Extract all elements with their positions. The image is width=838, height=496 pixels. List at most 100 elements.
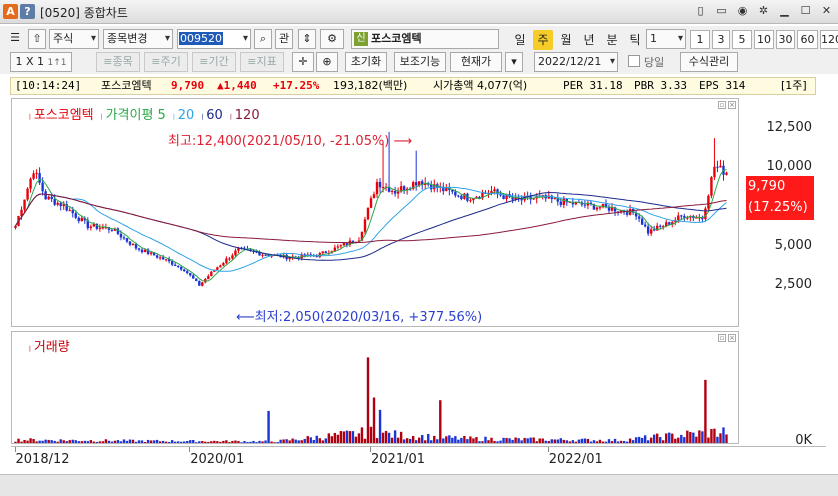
price-dropdown-icon[interactable]: ▾ <box>505 52 523 72</box>
interval-30[interactable]: 30 <box>776 30 795 49</box>
volume-bar <box>695 436 698 443</box>
stock-code-input[interactable]: 009520 <box>177 29 251 49</box>
chart-scrollbar[interactable] <box>0 474 838 496</box>
volume-bar <box>23 439 26 443</box>
related-button[interactable]: 관 <box>275 29 293 49</box>
date-select[interactable]: 2022/12/21 <box>534 52 618 72</box>
volume-bar <box>167 441 171 443</box>
period-2[interactable]: 월 <box>556 30 576 50</box>
candle-body <box>158 257 162 259</box>
interval-3[interactable]: 3 <box>712 30 730 49</box>
quote-unit: [1주] <box>781 79 807 92</box>
config-tab-0[interactable]: ≡종목 <box>96 52 140 72</box>
volume-bar <box>505 437 508 443</box>
candle-body <box>604 203 608 207</box>
volume-bar <box>725 434 728 443</box>
spinner-icon[interactable]: ⇕ <box>298 29 316 49</box>
window-button-5[interactable]: ☐ <box>798 3 813 19</box>
help-icon[interactable]: ? <box>20 4 35 19</box>
zoom-icon[interactable]: ⊕ <box>316 52 338 72</box>
period-3[interactable]: 년 <box>579 30 599 50</box>
volume-bar <box>571 440 575 443</box>
window-button-0[interactable]: ▯ <box>693 3 708 19</box>
candle-body <box>342 243 346 246</box>
app-a-icon[interactable]: A <box>3 4 18 19</box>
volume-bar <box>686 430 689 443</box>
quote-mcap: 시가총액 4,077(억) <box>433 79 528 92</box>
candle-body <box>137 248 141 250</box>
window-button-3[interactable]: ✲ <box>756 3 771 19</box>
config-tab-1[interactable]: ≡주기 <box>144 52 188 72</box>
volume-bar <box>562 439 566 443</box>
formula-button[interactable]: 수식관리 <box>680 52 738 72</box>
volume-close-icon[interactable]: × <box>728 334 736 342</box>
volume-bar <box>414 440 418 443</box>
config-tab-3[interactable]: ≡지표 <box>240 52 284 72</box>
candle-body <box>176 265 180 267</box>
config-tab-2[interactable]: ≡기간 <box>192 52 236 72</box>
candle-body <box>143 249 147 253</box>
reset-button[interactable]: 초기화 <box>345 52 387 72</box>
candle-body <box>161 257 165 260</box>
count-select[interactable]: 1 <box>646 29 686 49</box>
quote-per: PER 31.18 <box>563 79 623 92</box>
volume-min-icon[interactable]: ▫ <box>718 334 726 342</box>
volume-bar <box>282 439 285 443</box>
volume-bar <box>460 437 463 443</box>
stock-name-field[interactable]: 신 포스코엠텍 <box>351 29 499 49</box>
interval-1[interactable]: 1 <box>690 30 710 49</box>
volume-bar <box>529 437 532 443</box>
window-title: [0520] 종합차트 <box>40 6 128 20</box>
volume-chart-panel[interactable]: ▫ × <box>11 331 739 444</box>
period-1[interactable]: 주 <box>533 30 553 50</box>
volume-bar <box>517 438 520 443</box>
current-price-button[interactable]: 현재가 <box>450 52 502 72</box>
menu-icon[interactable]: ☰ <box>8 29 22 49</box>
volume-bar <box>234 440 237 443</box>
period-0[interactable]: 일 <box>510 30 530 50</box>
quote-pbr: PBR 3.33 <box>634 79 687 92</box>
change-select[interactable]: 종목변경 <box>103 29 173 49</box>
settings-icon[interactable]: ⚙ <box>320 29 344 49</box>
volume-bar <box>634 437 638 443</box>
panel-close-icon[interactable]: × <box>728 101 736 109</box>
search-icon[interactable]: ⌕ <box>254 29 272 49</box>
volume-bar <box>408 438 412 443</box>
crosshair-icon[interactable]: ✛ <box>292 52 314 72</box>
interval-120[interactable]: 120 <box>820 30 838 49</box>
layout-ratio-button[interactable]: 1 X 1 1↑1 <box>10 52 72 72</box>
window-button-2[interactable]: ◉ <box>735 3 750 19</box>
volume-bar <box>701 431 704 443</box>
quote-change: ▲1,440 <box>217 79 257 92</box>
high-annotation: 최고:12,400(2021/05/10, -21.05%) ⟶ <box>168 134 413 149</box>
period-4[interactable]: 분 <box>602 30 622 50</box>
volume-bar <box>98 441 102 443</box>
history-up-icon[interactable]: ⇧ <box>28 29 46 49</box>
window-button-6[interactable]: ✕ <box>819 3 834 19</box>
market-select[interactable]: 주식 <box>49 29 99 49</box>
volume-bar <box>674 438 677 443</box>
interval-60[interactable]: 60 <box>797 30 818 49</box>
candle-body <box>101 227 105 229</box>
volume-bar <box>339 431 343 443</box>
window-button-4[interactable]: ▁ <box>777 3 792 19</box>
interval-10[interactable]: 10 <box>754 30 774 49</box>
interval-5[interactable]: 5 <box>732 30 752 49</box>
volume-bar <box>173 441 177 443</box>
legend-ma20: ᛧ20 <box>169 108 195 123</box>
today-checkbox[interactable] <box>628 55 640 67</box>
candle-body <box>119 233 123 238</box>
volume-bar <box>276 442 279 443</box>
volume-bar <box>74 440 77 443</box>
panel-min-icon[interactable]: ▫ <box>718 101 726 109</box>
candle-body <box>222 263 225 266</box>
assist-button[interactable]: 보조기능 <box>394 52 446 72</box>
time-tick-mark <box>370 447 371 452</box>
candle-body <box>469 200 472 202</box>
period-5[interactable]: 틱 <box>625 30 645 50</box>
window-button-1[interactable]: ▭ <box>714 3 729 19</box>
candle-body <box>125 238 129 242</box>
candle-body <box>110 229 114 231</box>
volume-bar <box>716 436 719 443</box>
volume-bar <box>279 439 282 443</box>
